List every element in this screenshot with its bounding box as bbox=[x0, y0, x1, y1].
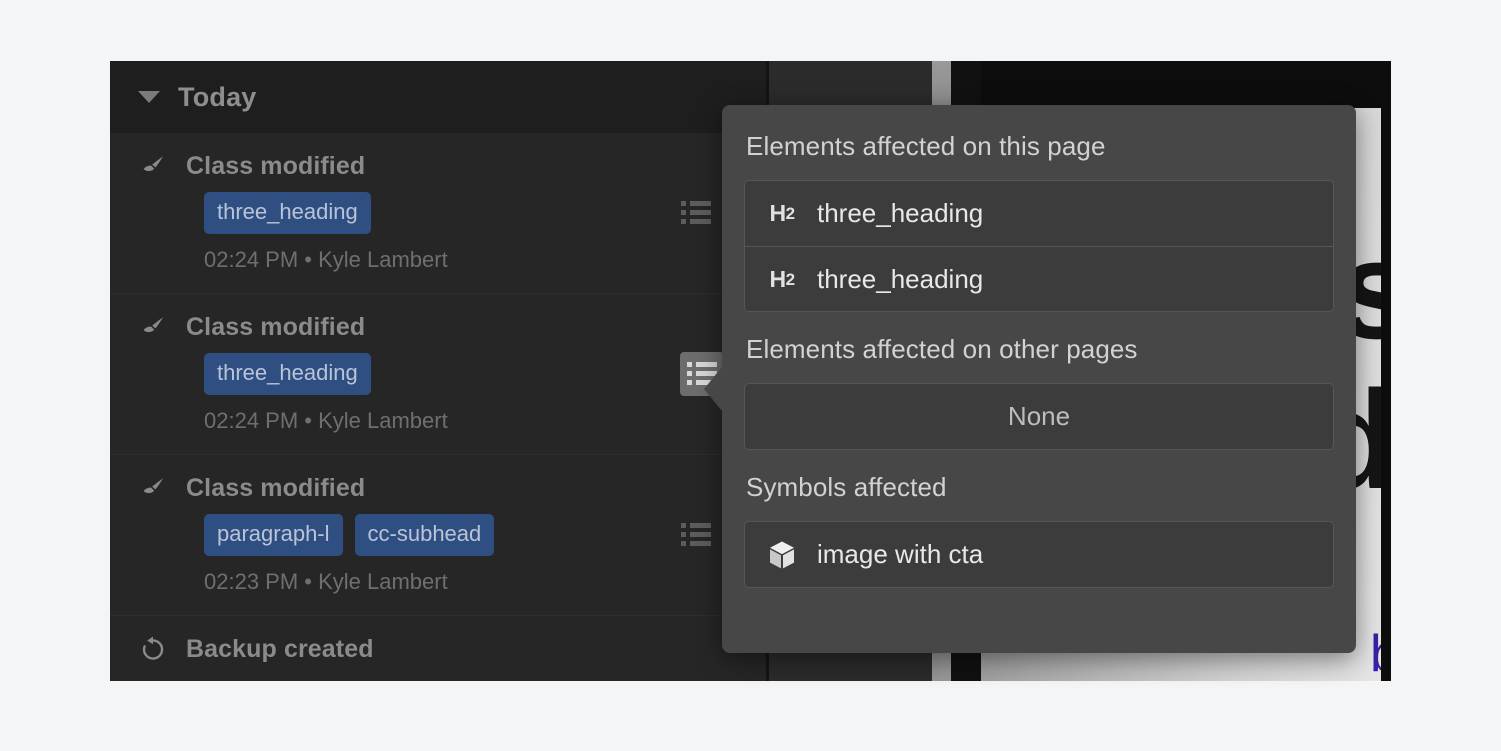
popover-section-title-symbols: Symbols affected bbox=[746, 472, 947, 502]
class-tag[interactable]: cc-subhead bbox=[354, 514, 495, 556]
affected-symbols-list: image with cta bbox=[744, 521, 1334, 588]
class-tag[interactable]: three_heading bbox=[204, 353, 371, 395]
affected-elements-other-pages-list: None bbox=[744, 383, 1334, 450]
activity-row-title: Backup created bbox=[186, 634, 374, 663]
activity-row-head: Class modified bbox=[138, 473, 766, 503]
cube-symbol-icon bbox=[765, 540, 799, 570]
activity-row-meta: 02:23 PM • Kyle Lambert bbox=[204, 569, 448, 594]
class-tag[interactable]: paragraph-l bbox=[204, 514, 343, 556]
restore-icon bbox=[138, 634, 168, 664]
screenshot-root: is d b Today bbox=[0, 0, 1501, 751]
activity-row-head: Backup created bbox=[138, 634, 766, 664]
list-item[interactable]: H2 three_heading bbox=[745, 181, 1333, 246]
activity-row[interactable]: Backup created bbox=[110, 616, 766, 681]
caret-down-icon bbox=[138, 91, 160, 103]
popover-section-title-other-pages: Elements affected on other pages bbox=[746, 334, 1138, 364]
activity-group-header[interactable]: Today bbox=[110, 61, 766, 133]
activity-row-meta: 02:24 PM • Kyle Lambert bbox=[204, 408, 448, 433]
activity-row[interactable]: Class modified three_heading 02:24 PM • … bbox=[110, 294, 766, 455]
activity-log-panel: Today Class modified three_heading 02:24… bbox=[110, 61, 766, 681]
popover-section-title-this-page: Elements affected on this page bbox=[746, 131, 1106, 161]
activity-row-title: Class modified bbox=[186, 151, 366, 180]
paintbrush-icon bbox=[138, 473, 168, 503]
activity-row[interactable]: Class modified paragraph-l cc-subhead 02… bbox=[110, 455, 766, 616]
canvas-right-rail bbox=[1381, 61, 1391, 681]
list-item-label: three_heading bbox=[817, 263, 984, 294]
activity-row-head: Class modified bbox=[138, 312, 766, 342]
paintbrush-icon bbox=[138, 151, 168, 181]
activity-row-head: Class modified bbox=[138, 151, 766, 181]
activity-row[interactable]: Class modified three_heading 02:24 PM • … bbox=[110, 133, 766, 294]
paintbrush-icon bbox=[138, 312, 168, 342]
list-item[interactable]: image with cta bbox=[745, 522, 1333, 587]
activity-group-title: Today bbox=[178, 81, 257, 112]
affected-elements-this-page-list: H2 three_heading H2 three_heading bbox=[744, 180, 1334, 312]
affected-elements-button[interactable] bbox=[674, 513, 718, 557]
activity-row-meta: 02:24 PM • Kyle Lambert bbox=[204, 247, 448, 272]
list-details-icon bbox=[681, 523, 711, 546]
heading-2-badge: H2 bbox=[769, 200, 795, 226]
empty-state-label: None bbox=[1007, 401, 1071, 431]
affected-elements-button[interactable] bbox=[674, 191, 718, 235]
affected-elements-popover: Elements affected on this page H2 three_… bbox=[704, 105, 1356, 653]
activity-row-title: Class modified bbox=[186, 473, 366, 502]
heading-2-badge: H2 bbox=[769, 265, 795, 292]
activity-row-title: Class modified bbox=[186, 312, 366, 341]
class-tag[interactable]: three_heading bbox=[204, 192, 371, 234]
popover-arrow bbox=[704, 367, 722, 411]
list-details-icon bbox=[681, 201, 711, 224]
list-item-label: image with cta bbox=[817, 539, 984, 569]
list-item-label: three_heading bbox=[817, 198, 984, 228]
list-item[interactable]: H2 three_heading bbox=[745, 246, 1333, 311]
